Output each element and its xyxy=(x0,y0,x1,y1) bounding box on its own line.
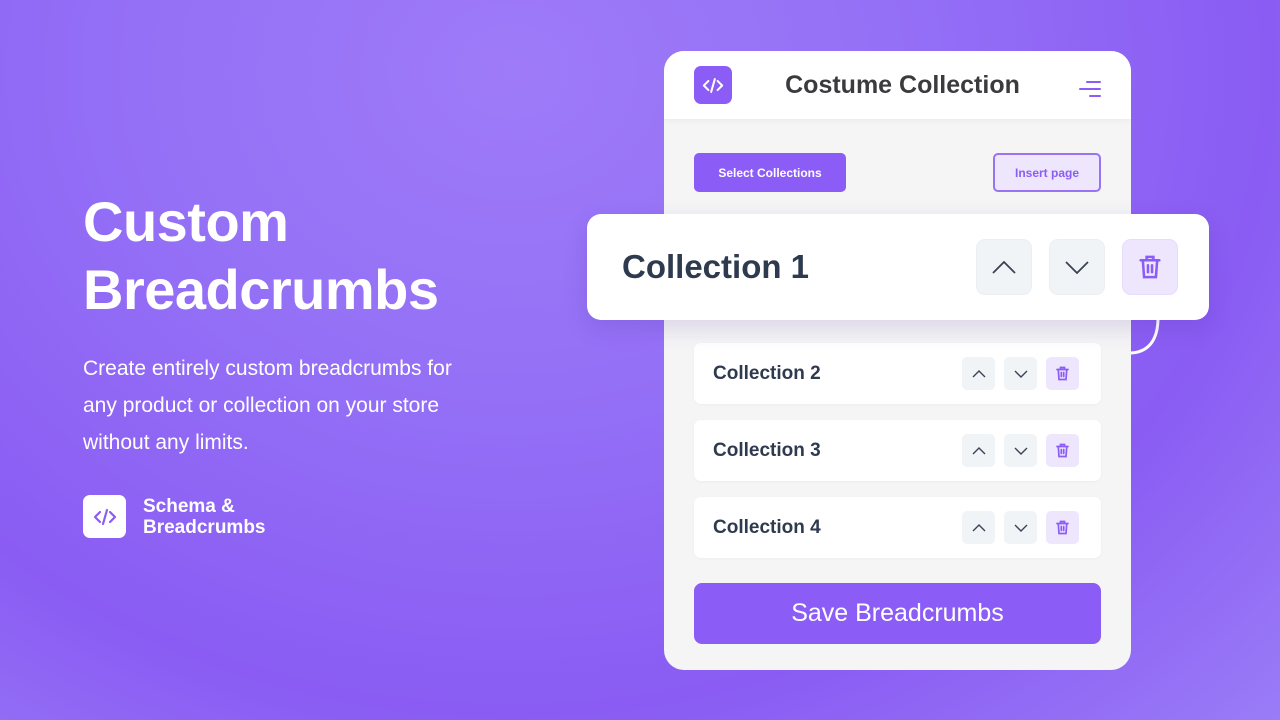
trash-icon xyxy=(1056,366,1069,381)
highlighted-item-label: Collection 1 xyxy=(622,248,810,285)
chevron-down-icon xyxy=(1014,370,1027,378)
move-up-button[interactable] xyxy=(962,434,995,467)
chevron-down-icon xyxy=(1065,260,1089,274)
delete-button[interactable] xyxy=(1046,357,1079,390)
list-item: Collection 3 xyxy=(694,420,1101,481)
panel-title: Costume Collection xyxy=(785,70,1020,99)
select-collections-button[interactable]: Select Collections xyxy=(694,153,846,192)
trash-icon xyxy=(1056,520,1069,535)
trash-icon xyxy=(1056,443,1069,458)
menu-icon[interactable] xyxy=(1079,81,1101,97)
item-label: Collection 4 xyxy=(713,516,821,538)
code-icon xyxy=(83,495,126,538)
move-up-button[interactable] xyxy=(962,511,995,544)
highlighted-item-card: Collection 1 xyxy=(587,214,1209,320)
item-label: Collection 3 xyxy=(713,439,821,461)
hero-description: Create entirely custom breadcrumbs for a… xyxy=(83,357,452,454)
brand-name: Schema & Breadcrumbs xyxy=(143,496,266,538)
move-down-button[interactable] xyxy=(1004,434,1037,467)
chevron-up-icon xyxy=(992,260,1016,274)
move-down-button[interactable] xyxy=(1004,357,1037,390)
move-down-button[interactable] xyxy=(1049,239,1105,295)
panel-header: Costume Collection xyxy=(664,51,1131,119)
list-item: Collection 2 xyxy=(694,343,1101,404)
item-label: Collection 2 xyxy=(713,362,821,384)
delete-button[interactable] xyxy=(1122,239,1178,295)
move-up-button[interactable] xyxy=(962,357,995,390)
chevron-down-icon xyxy=(1014,447,1027,455)
delete-button[interactable] xyxy=(1046,511,1079,544)
app-panel: Costume Collection Select Collections In… xyxy=(664,51,1131,670)
chevron-down-icon xyxy=(1014,524,1027,532)
hero-title-line1: Custom xyxy=(83,190,289,253)
hero-section: Custom Breadcrumbs Create entirely custo… xyxy=(83,188,503,538)
move-down-button[interactable] xyxy=(1004,511,1037,544)
chevron-up-icon xyxy=(972,446,985,454)
connector-line xyxy=(1130,318,1160,355)
list-item: Collection 4 xyxy=(694,497,1101,558)
delete-button[interactable] xyxy=(1046,434,1079,467)
brand-name-line1: Schema & xyxy=(143,495,235,517)
hero-title: Custom Breadcrumbs xyxy=(83,188,503,324)
hero-title-line2: Breadcrumbs xyxy=(83,258,439,321)
trash-icon xyxy=(1139,255,1161,279)
move-up-button[interactable] xyxy=(976,239,1032,295)
insert-page-button[interactable]: Insert page xyxy=(993,153,1101,192)
brand: Schema & Breadcrumbs xyxy=(83,495,503,538)
chevron-up-icon xyxy=(972,523,985,531)
brand-name-line2: Breadcrumbs xyxy=(143,516,266,538)
chevron-up-icon xyxy=(972,369,985,377)
save-breadcrumbs-button[interactable]: Save Breadcrumbs xyxy=(694,583,1101,644)
